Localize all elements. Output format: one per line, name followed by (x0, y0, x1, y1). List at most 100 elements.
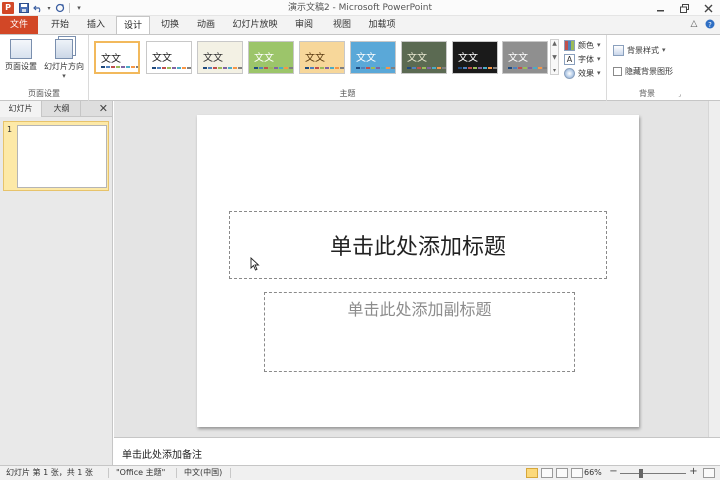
tab-insert[interactable]: 插入 (80, 16, 112, 34)
title-placeholder[interactable]: 单击此处添加标题 (229, 211, 607, 279)
page-setup-button[interactable]: 页面设置 (1, 37, 41, 72)
theme-sample-text: 文文 (101, 54, 121, 65)
quick-access-toolbar: ▾ ▾ (18, 1, 85, 15)
tab-transitions[interactable]: 切换 (154, 16, 186, 34)
tab-file[interactable]: 文件 (0, 16, 38, 34)
slide-number: 1 (7, 125, 13, 134)
tab-design[interactable]: 设计 (116, 16, 150, 35)
slide-orientation-button[interactable]: 幻灯片方向 ▾ (42, 37, 86, 80)
tab-addins[interactable]: 加载项 (362, 16, 402, 34)
zoom-in-icon[interactable]: + (688, 467, 699, 478)
hide-bg-graphics-checkbox[interactable]: 隐藏背景图形 (613, 64, 673, 78)
chevron-down-icon: ▾ (62, 72, 66, 80)
status-separator (108, 468, 109, 478)
tab-review[interactable]: 审阅 (288, 16, 320, 34)
theme-thumbnail[interactable]: 文文 (197, 41, 243, 74)
window-controls (648, 0, 720, 16)
theme-sample-text: 文文 (254, 53, 274, 64)
zoom-slider-track[interactable] (620, 473, 686, 474)
gallery-more-icon[interactable]: ▾ (553, 67, 556, 74)
tab-home[interactable]: 开始 (44, 16, 76, 34)
background-styles-button[interactable]: 背景样式 ▾ (613, 43, 666, 57)
undo-icon[interactable] (32, 2, 44, 14)
theme-thumbnail[interactable]: 文文 (502, 41, 548, 74)
slide-thumbnail-row[interactable]: 1 (3, 121, 109, 191)
group-label-themes: 主题 (339, 89, 356, 98)
checkbox-icon[interactable] (613, 66, 622, 76)
theme-fonts-label: 字体 (578, 54, 594, 64)
theme-status[interactable]: "Office 主题" (116, 466, 165, 480)
close-icon[interactable]: ✕ (99, 103, 108, 115)
theme-thumbnail[interactable]: 文文 (146, 41, 192, 74)
page-setup-icon (10, 39, 32, 59)
theme-gallery-scrollbar[interactable]: ▲ ▼ ▾ (550, 39, 559, 75)
slide-count-status: 幻灯片 第 1 张，共 1 张 (6, 468, 93, 477)
slide-thumbnail[interactable] (17, 125, 107, 188)
theme-fonts-button[interactable]: A 字体 ▾ (564, 52, 601, 66)
undo-dropdown-icon[interactable]: ▾ (46, 2, 52, 14)
qat-separator (69, 3, 70, 13)
language-status[interactable]: 中文(中国) (184, 466, 222, 480)
notes-placeholder[interactable]: 单击此处添加备注 (122, 446, 202, 461)
close-window-icon[interactable] (696, 0, 720, 16)
theme-sample-text: 文文 (508, 53, 528, 64)
theme-effects-button[interactable]: 效果 ▾ (564, 66, 601, 80)
theme-sample-text: 文文 (203, 53, 223, 64)
group-label-background: 背景 (639, 89, 655, 98)
chevron-down-icon: ▾ (597, 69, 601, 77)
tab-slideshow[interactable]: 幻灯片放映 (228, 16, 282, 34)
tab-slides[interactable]: 幻灯片 (0, 101, 42, 117)
fit-to-window-icon[interactable] (703, 468, 715, 478)
slide-sorter-icon[interactable] (541, 468, 553, 478)
hide-bg-graphics-label: 隐藏背景图形 (625, 66, 673, 76)
theme-effects-label: 效果 (578, 68, 594, 78)
dialog-launcher-icon[interactable]: ⌟ (678, 91, 681, 98)
minimize-ribbon-icon[interactable]: △ (688, 18, 700, 30)
theme-thumbnail[interactable]: 文文 (94, 41, 140, 74)
svg-text:?: ? (708, 21, 712, 29)
theme-colors-button[interactable]: 颜色 ▾ (564, 38, 601, 52)
theme-thumbnail[interactable]: 文文 (452, 41, 498, 74)
slide-orientation-label: 幻灯片方向 (44, 62, 84, 71)
vertical-scrollbar[interactable] (708, 101, 720, 437)
theme-thumbnail[interactable]: 文文 (248, 41, 294, 74)
theme-thumbnail[interactable]: 文文 (299, 41, 345, 74)
restore-icon[interactable] (672, 0, 696, 16)
theme-sample-text: 文文 (458, 53, 478, 64)
normal-view-icon[interactable] (526, 468, 538, 478)
zoom-level[interactable]: 66% (584, 466, 602, 480)
page-setup-label: 页面设置 (5, 62, 37, 71)
group-themes: 文文 文文 文文 文文 文文 文文 文文 文文 文文 ▲ ▼ ▾ 颜色 ▾ A 字体 ▾ 效果 … (89, 35, 607, 101)
subtitle-placeholder[interactable]: 单击此处添加副标题 (264, 292, 575, 372)
ribbon-tabs: 文件 开始 插入 设计 切换 动画 幻灯片放映 审阅 视图 加载项 △ ? (0, 16, 720, 35)
theme-thumbnail[interactable]: 文文 (350, 41, 396, 74)
ribbon-right-controls: △ ? (688, 18, 716, 30)
redo-icon[interactable] (54, 2, 66, 14)
zoom-out-icon[interactable]: − (608, 467, 619, 478)
tab-view[interactable]: 视图 (326, 16, 358, 34)
theme-sample-text: 文文 (356, 53, 376, 64)
effects-icon (564, 67, 575, 79)
group-page-setup: 页面设置 幻灯片方向 ▾ 页面设置 (0, 35, 89, 101)
tab-outline[interactable]: 大纲 (43, 101, 81, 117)
background-styles-icon (613, 44, 624, 56)
tab-animations[interactable]: 动画 (190, 16, 222, 34)
customize-qat-icon[interactable]: ▾ (73, 2, 85, 14)
notes-pane[interactable]: 单击此处添加备注 (114, 437, 720, 465)
slideshow-view-icon[interactable] (571, 468, 583, 478)
theme-color-swatches (152, 67, 191, 69)
reading-view-icon[interactable] (556, 468, 568, 478)
save-icon[interactable] (18, 2, 30, 14)
slide-canvas[interactable]: 单击此处添加标题 单击此处添加副标题 (197, 115, 639, 427)
scroll-up-icon[interactable]: ▲ (552, 40, 557, 47)
powerpoint-app-icon[interactable]: P (2, 2, 14, 14)
pane-tabs: 幻灯片 大纲 ✕ (0, 101, 112, 117)
theme-thumbnail[interactable]: 文文 (401, 41, 447, 74)
status-separator (230, 468, 231, 478)
background-styles-label: 背景样式 (627, 45, 659, 55)
zoom-slider-thumb[interactable] (639, 469, 643, 478)
help-icon[interactable]: ? (704, 18, 716, 30)
scroll-down-icon[interactable]: ▼ (552, 54, 557, 61)
minimize-icon[interactable] (648, 0, 672, 16)
theme-sample-text: 文文 (152, 53, 172, 64)
